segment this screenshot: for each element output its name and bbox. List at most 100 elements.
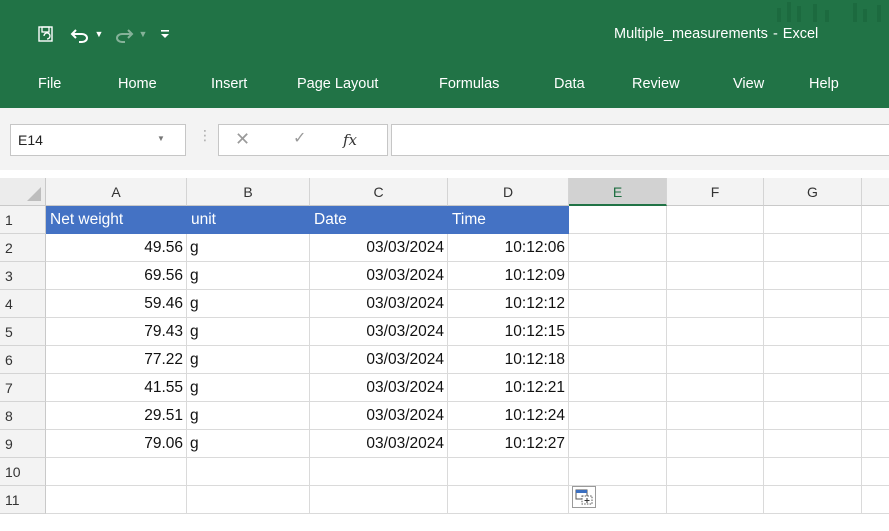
empty-cell[interactable]	[764, 430, 862, 458]
empty-cell[interactable]	[764, 374, 862, 402]
empty-cell[interactable]	[862, 402, 889, 430]
data-cell-date[interactable]: 03/03/2024	[310, 234, 448, 262]
column-header-g[interactable]: G	[764, 178, 862, 206]
data-cell-time[interactable]: 10:12:21	[448, 374, 569, 402]
data-cell-time[interactable]: 10:12:09	[448, 262, 569, 290]
empty-cell[interactable]	[310, 486, 448, 514]
cancel-icon[interactable]: ✕	[235, 130, 253, 148]
empty-cell[interactable]	[569, 430, 667, 458]
empty-cell[interactable]	[187, 486, 310, 514]
tab-page-layout[interactable]: Page Layout	[297, 76, 378, 92]
data-cell-unit[interactable]: g	[187, 290, 310, 318]
data-cell-time[interactable]: 10:12:15	[448, 318, 569, 346]
empty-cell[interactable]	[46, 458, 187, 486]
tab-view[interactable]: View	[733, 76, 764, 92]
empty-cell[interactable]	[569, 234, 667, 262]
empty-cell[interactable]	[862, 346, 889, 374]
data-cell-date[interactable]: 03/03/2024	[310, 346, 448, 374]
empty-cell[interactable]	[862, 318, 889, 346]
empty-cell[interactable]	[862, 206, 889, 234]
customize-qat-icon[interactable]	[156, 22, 174, 46]
data-cell-date[interactable]: 03/03/2024	[310, 430, 448, 458]
tab-formulas[interactable]: Formulas	[439, 76, 499, 92]
column-header-e[interactable]: E	[569, 178, 667, 206]
data-cell-time[interactable]: 10:12:27	[448, 430, 569, 458]
empty-cell[interactable]	[667, 346, 764, 374]
data-cell-time[interactable]: 10:12:06	[448, 234, 569, 262]
row-header[interactable]: 4	[0, 290, 46, 318]
data-cell-weight[interactable]: 79.06	[46, 430, 187, 458]
empty-cell[interactable]	[862, 262, 889, 290]
insert-function-icon[interactable]: fx	[343, 131, 357, 149]
row-header[interactable]: 5	[0, 318, 46, 346]
row-header[interactable]: 1	[0, 206, 46, 234]
empty-cell[interactable]	[764, 262, 862, 290]
empty-cell[interactable]	[667, 318, 764, 346]
column-header-b[interactable]: B	[187, 178, 310, 206]
data-cell-date[interactable]: 03/03/2024	[310, 318, 448, 346]
data-cell-time[interactable]: 10:12:12	[448, 290, 569, 318]
row-header[interactable]: 8	[0, 402, 46, 430]
enter-icon[interactable]: ✓	[293, 130, 311, 148]
data-cell-unit[interactable]: g	[187, 234, 310, 262]
tab-help[interactable]: Help	[809, 76, 839, 92]
empty-cell[interactable]	[764, 234, 862, 262]
chevron-down-icon[interactable]: ▼	[157, 134, 167, 144]
empty-cell[interactable]	[764, 206, 862, 234]
empty-cell[interactable]	[569, 458, 667, 486]
empty-cell[interactable]	[569, 346, 667, 374]
empty-cell[interactable]	[667, 402, 764, 430]
column-header-f[interactable]: F	[667, 178, 764, 206]
undo-icon[interactable]	[68, 22, 92, 46]
empty-cell[interactable]	[862, 234, 889, 262]
empty-cell[interactable]	[310, 458, 448, 486]
row-header[interactable]: 3	[0, 262, 46, 290]
empty-cell[interactable]	[862, 430, 889, 458]
formula-bar-grip-icon[interactable]: ⋮	[198, 128, 212, 142]
tab-insert[interactable]: Insert	[211, 76, 247, 92]
empty-cell[interactable]	[667, 290, 764, 318]
empty-cell[interactable]	[764, 290, 862, 318]
data-cell-date[interactable]: 03/03/2024	[310, 374, 448, 402]
tab-file[interactable]: File	[38, 76, 61, 92]
data-cell-weight[interactable]: 29.51	[46, 402, 187, 430]
header-cell-net-weight[interactable]: Net weight	[46, 206, 187, 234]
row-header[interactable]: 2	[0, 234, 46, 262]
empty-cell[interactable]	[862, 458, 889, 486]
data-cell-unit[interactable]: g	[187, 318, 310, 346]
empty-cell[interactable]	[862, 486, 889, 514]
column-header-d[interactable]: D	[448, 178, 569, 206]
empty-cell[interactable]	[764, 486, 862, 514]
data-cell-date[interactable]: 03/03/2024	[310, 402, 448, 430]
data-cell-unit[interactable]: g	[187, 430, 310, 458]
empty-cell[interactable]	[569, 402, 667, 430]
empty-cell[interactable]	[569, 290, 667, 318]
data-cell-unit[interactable]: g	[187, 374, 310, 402]
data-cell-unit[interactable]: g	[187, 402, 310, 430]
data-cell-unit[interactable]: g	[187, 262, 310, 290]
column-header-c[interactable]: C	[310, 178, 448, 206]
empty-cell[interactable]	[764, 458, 862, 486]
row-header[interactable]: 6	[0, 346, 46, 374]
tab-review[interactable]: Review	[632, 76, 680, 92]
empty-cell[interactable]	[862, 290, 889, 318]
data-cell-weight[interactable]: 59.46	[46, 290, 187, 318]
undo-dropdown-icon[interactable]: ▼	[92, 22, 106, 46]
data-cell-weight[interactable]: 79.43	[46, 318, 187, 346]
header-cell-time[interactable]: Time	[448, 206, 569, 234]
row-header[interactable]: 7	[0, 374, 46, 402]
empty-cell[interactable]	[667, 234, 764, 262]
data-cell-weight[interactable]: 77.22	[46, 346, 187, 374]
empty-cell[interactable]	[569, 262, 667, 290]
header-cell-unit[interactable]: unit	[187, 206, 310, 234]
row-header[interactable]: 10	[0, 458, 46, 486]
tab-home[interactable]: Home	[118, 76, 157, 92]
empty-cell[interactable]	[667, 486, 764, 514]
paste-options-icon[interactable]	[572, 486, 596, 508]
data-cell-weight[interactable]: 41.55	[46, 374, 187, 402]
redo-icon[interactable]	[112, 22, 136, 46]
empty-cell[interactable]	[667, 458, 764, 486]
empty-cell[interactable]	[569, 374, 667, 402]
header-cell-date[interactable]: Date	[310, 206, 448, 234]
save-icon[interactable]	[34, 22, 58, 46]
